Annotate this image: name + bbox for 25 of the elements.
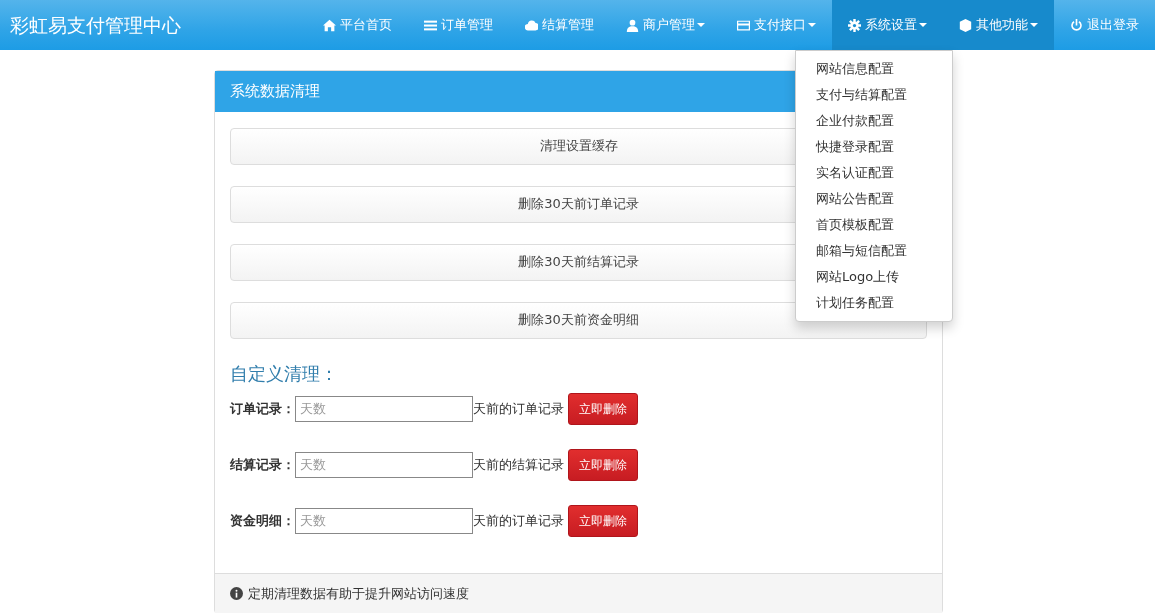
nav-link[interactable]: 其他功能 (943, 0, 1054, 50)
input-field[interactable]: 天数 (295, 451, 473, 478)
home-icon (323, 18, 336, 32)
list-icon (424, 18, 437, 32)
input-field[interactable]: 天数 (295, 507, 473, 534)
info-icon (230, 586, 243, 600)
delete-button[interactable]: 立即删除 (568, 448, 638, 481)
nav-link[interactable]: 系统设置 (832, 0, 943, 50)
settings-icon (848, 18, 861, 32)
section-heading: 自定义清理： (230, 361, 339, 386)
field-suffix: 天前的订单记录 (473, 399, 564, 418)
delete-button[interactable]: 立即删除 (568, 392, 638, 425)
field-label: 订单记录： (230, 399, 295, 418)
power-icon (1070, 18, 1083, 32)
delete-button[interactable]: 立即删除 (568, 504, 638, 537)
footer-note: 定期清理数据有助于提升网站访问速度 (248, 584, 469, 603)
field-label: 结算记录： (230, 455, 295, 474)
field-label: 资金明细： (230, 511, 295, 530)
input-field[interactable]: 天数 (295, 395, 473, 422)
cloud-icon (525, 18, 538, 32)
card-icon (737, 18, 750, 32)
brand-title: 彩虹易支付管理中心 (9, 12, 182, 38)
field-suffix: 天前的结算记录 (473, 455, 564, 474)
field-suffix: 天前的订单记录 (473, 511, 564, 530)
user-icon (626, 18, 639, 32)
